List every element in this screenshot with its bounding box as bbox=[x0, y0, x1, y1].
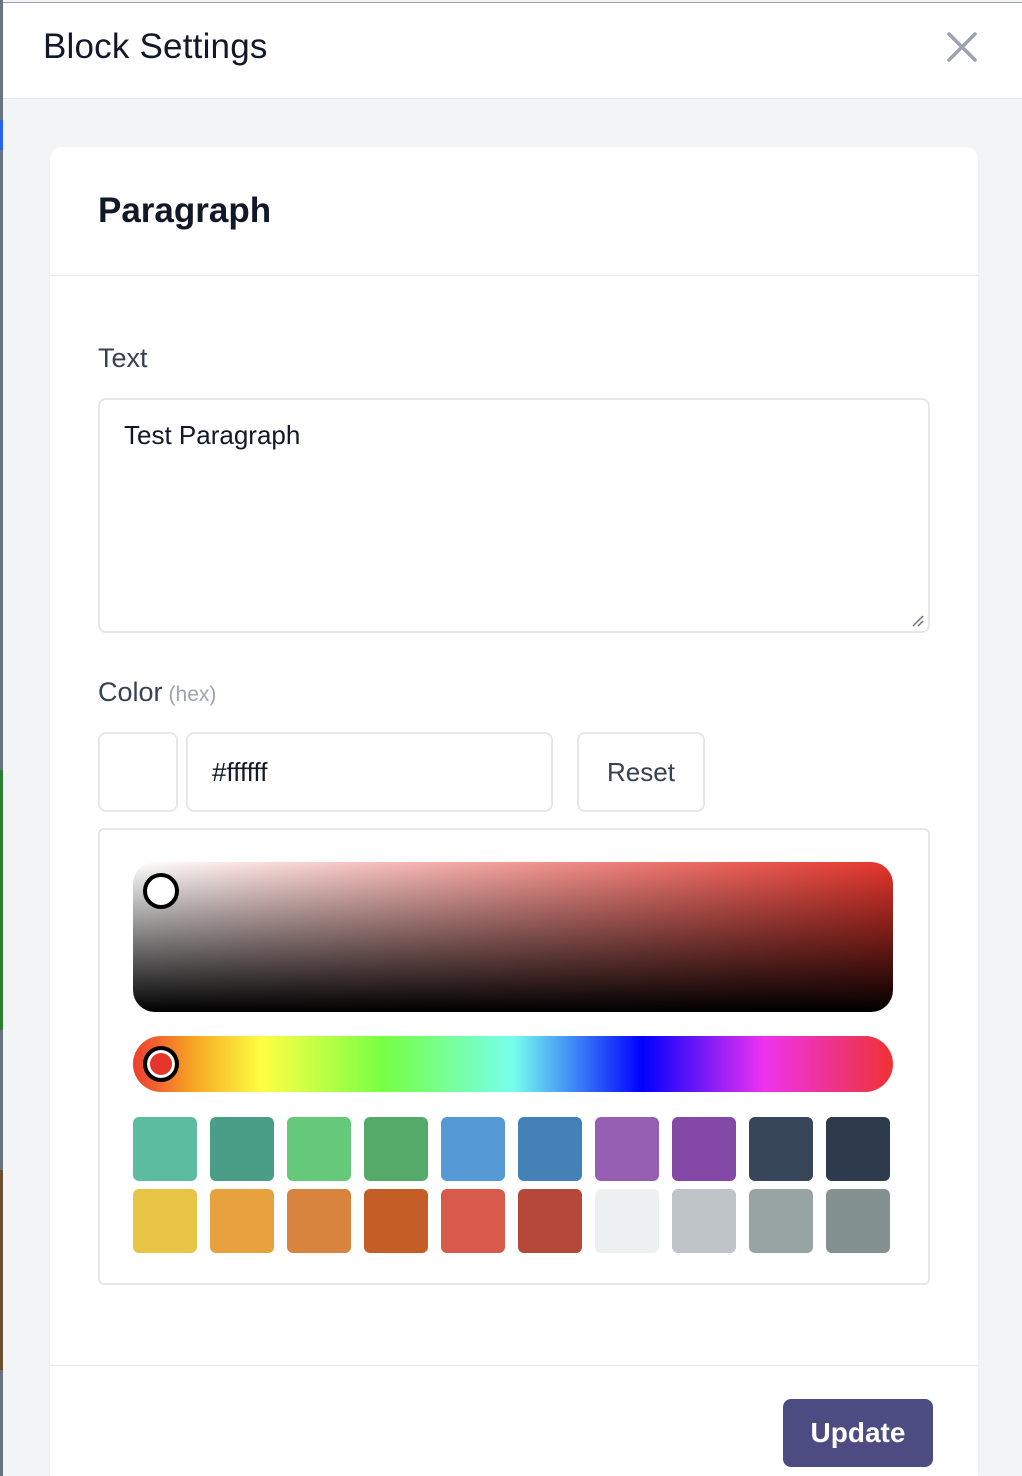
palette-swatch[interactable] bbox=[518, 1189, 582, 1253]
palette-swatch[interactable] bbox=[749, 1189, 813, 1253]
palette-swatch[interactable] bbox=[672, 1189, 736, 1253]
card-header: Paragraph bbox=[50, 147, 978, 276]
update-button[interactable]: Update bbox=[783, 1399, 933, 1467]
hue-slider[interactable] bbox=[133, 1036, 893, 1092]
palette-swatch[interactable] bbox=[441, 1189, 505, 1253]
text-textarea-value: Test Paragraph bbox=[124, 420, 301, 450]
hex-input-value: #ffffff bbox=[212, 757, 268, 787]
color-picker bbox=[98, 828, 930, 1285]
palette-swatch[interactable] bbox=[133, 1189, 197, 1253]
color-label: Color (hex) bbox=[98, 677, 216, 708]
card-title: Paragraph bbox=[98, 191, 272, 230]
color-preview-swatch[interactable] bbox=[98, 732, 178, 812]
palette-swatch[interactable] bbox=[672, 1117, 736, 1181]
palette-swatch[interactable] bbox=[749, 1117, 813, 1181]
palette-swatch[interactable] bbox=[518, 1117, 582, 1181]
palette-swatch[interactable] bbox=[287, 1117, 351, 1181]
reset-button[interactable]: Reset bbox=[577, 732, 705, 812]
close-button[interactable] bbox=[944, 29, 980, 65]
palette-swatch[interactable] bbox=[287, 1189, 351, 1253]
panel-title: Block Settings bbox=[43, 27, 268, 66]
saturation-area[interactable] bbox=[133, 862, 893, 1012]
palette-swatch[interactable] bbox=[595, 1189, 659, 1253]
palette-swatch[interactable] bbox=[210, 1189, 274, 1253]
preset-palette bbox=[133, 1117, 893, 1253]
close-icon bbox=[947, 32, 977, 62]
hue-handle[interactable] bbox=[143, 1046, 179, 1082]
palette-swatch[interactable] bbox=[826, 1189, 890, 1253]
block-settings-panel: Block Settings Paragraph Text Test Parag… bbox=[3, 2, 1022, 1476]
saturation-handle[interactable] bbox=[143, 873, 179, 909]
resize-grip-icon[interactable] bbox=[908, 611, 924, 627]
card-footer: Update bbox=[50, 1365, 978, 1476]
palette-swatch[interactable] bbox=[364, 1117, 428, 1181]
palette-swatch[interactable] bbox=[133, 1117, 197, 1181]
panel-header: Block Settings bbox=[3, 3, 1022, 99]
palette-swatch[interactable] bbox=[210, 1117, 274, 1181]
text-textarea[interactable]: Test Paragraph bbox=[98, 398, 930, 633]
color-label-text: Color bbox=[98, 677, 163, 707]
settings-card: Paragraph Text Test Paragraph Color (hex)… bbox=[50, 147, 978, 1476]
palette-swatch[interactable] bbox=[595, 1117, 659, 1181]
palette-swatch[interactable] bbox=[364, 1189, 428, 1253]
palette-swatch[interactable] bbox=[441, 1117, 505, 1181]
text-label: Text bbox=[98, 343, 148, 373]
palette-swatch[interactable] bbox=[826, 1117, 890, 1181]
hex-input[interactable]: #ffffff bbox=[186, 732, 553, 812]
color-label-hint: (hex) bbox=[168, 683, 217, 706]
